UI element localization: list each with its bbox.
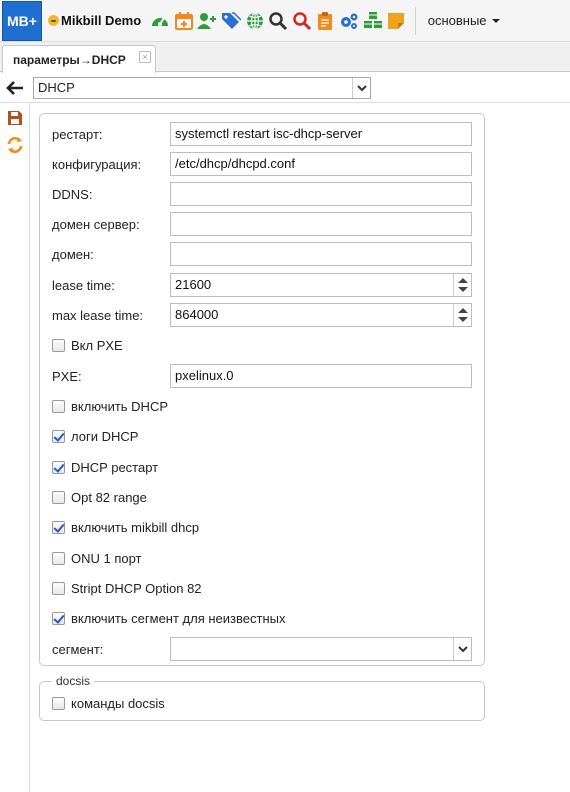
close-icon[interactable]: × — [139, 51, 151, 63]
left-toolbar — [0, 103, 30, 792]
cubes-icon[interactable] — [362, 10, 384, 32]
segment-unknown-checkbox-row[interactable]: включить сегмент для неизвестных — [52, 606, 285, 630]
lease-time-value: 21600 — [175, 277, 212, 292]
config-path-input[interactable]: /etc/dhcp/dhcpd.conf — [170, 152, 472, 176]
chevron-down-icon[interactable] — [352, 78, 370, 98]
max-lease-time-stepper[interactable]: 864000 — [170, 303, 472, 327]
globe-icon[interactable] — [244, 10, 266, 32]
cogs-icon[interactable] — [338, 10, 360, 32]
checkbox-label: включить mikbill dhcp — [71, 519, 200, 535]
onu-one-port-checkbox-row[interactable]: ONU 1 порт — [52, 546, 142, 570]
checkbox-label: команды docsis — [71, 695, 165, 711]
dhcp-restart-checkbox-row[interactable]: DHCP рестарт — [52, 455, 158, 479]
max-lease-time-value: 864000 — [175, 307, 219, 322]
restart-command-input[interactable]: systemctl restart isc-dhcp-server — [170, 122, 472, 146]
dhcp-logs-checkbox-row[interactable]: логи DHCP — [52, 424, 138, 448]
checkbox[interactable] — [52, 611, 65, 625]
ddns-input[interactable] — [170, 182, 472, 206]
section-select-value: DHCP — [38, 80, 75, 95]
checkbox[interactable] — [52, 338, 65, 352]
checkbox[interactable] — [52, 696, 65, 710]
checkbox[interactable] — [52, 460, 65, 474]
brand-name: Mikbill Demo — [61, 13, 142, 28]
domain-server-input[interactable] — [170, 212, 472, 236]
dhcp-settings-panel: рестарт: systemctl restart isc-dhcp-serv… — [39, 113, 485, 666]
field-label: рестарт: — [52, 126, 103, 142]
checkbox[interactable] — [52, 551, 65, 565]
field-label: lease time: — [52, 277, 115, 293]
top-navbar: MB+ Mikbill Demo основные — [0, 0, 570, 42]
logo[interactable]: MB+ — [2, 1, 42, 41]
checkbox-label: DHCP рестарт — [71, 459, 159, 475]
toolbar-divider — [414, 6, 416, 35]
field-label: сегмент: — [52, 641, 104, 657]
checkbox[interactable] — [52, 399, 65, 413]
checkbox-label: Stript DHCP Option 82 — [71, 580, 202, 596]
field-row-domain-server: домен сервер: — [52, 212, 170, 236]
enable-mikbill-dhcp-checkbox-row[interactable]: включить mikbill dhcp — [52, 515, 199, 539]
pxe-file-input[interactable]: pxelinux.0 — [170, 364, 472, 388]
field-label: PXE: — [52, 368, 82, 384]
spinner-arrows-icon[interactable] — [453, 304, 471, 326]
checkbox-label: ONU 1 порт — [71, 550, 142, 566]
field-row-max-lease-time: max lease time: — [52, 303, 170, 327]
checkbox-label: включить DHCP — [71, 398, 168, 414]
main-menu-dropdown[interactable]: основные — [428, 13, 500, 28]
field-row-ddns: DDNS: — [52, 182, 170, 206]
field-row-segment: сегмент: — [52, 637, 170, 661]
enable-dhcp-checkbox-row[interactable]: включить DHCP — [52, 394, 168, 418]
dashboard-icon[interactable] — [149, 10, 171, 32]
field-row-pxe: PXE: — [52, 364, 170, 388]
field-row-domain: домен: — [52, 242, 170, 266]
checkbox-label: Вкл PXE — [71, 337, 123, 353]
checkbox[interactable] — [52, 581, 65, 595]
lease-time-stepper[interactable]: 21600 — [170, 273, 472, 297]
calendar-plus-icon[interactable] — [173, 10, 195, 32]
caret-down-icon — [491, 18, 500, 23]
field-label: домен: — [52, 246, 94, 262]
checkbox[interactable] — [52, 520, 65, 534]
field-label: DDNS: — [52, 186, 93, 202]
field-row-restart: рестарт: — [52, 122, 170, 146]
tags-icon[interactable] — [220, 10, 242, 32]
section-select-row: DHCP — [0, 73, 570, 103]
domain-input[interactable] — [170, 242, 472, 266]
checkbox[interactable] — [52, 429, 65, 443]
fieldset-legend: docsis — [52, 674, 95, 688]
field-row-lease-time: lease time: — [52, 273, 170, 297]
main-menu-label: основные — [427, 13, 487, 28]
back-arrow-icon[interactable] — [5, 78, 25, 98]
opt82-range-checkbox-row[interactable]: Opt 82 range — [52, 485, 147, 509]
checkbox[interactable] — [52, 490, 65, 504]
spinner-arrows-icon[interactable] — [453, 274, 471, 296]
tab-strip: параметры→DHCP × — [0, 42, 570, 73]
add-user-icon[interactable] — [196, 10, 218, 32]
search-icon[interactable] — [267, 10, 289, 32]
search-red-icon[interactable] — [291, 10, 313, 32]
refresh-icon[interactable] — [6, 136, 24, 154]
stript-opt82-checkbox-row[interactable]: Stript DHCP Option 82 — [52, 576, 202, 600]
field-label: конфигурация: — [52, 156, 142, 172]
cat-icon — [48, 15, 59, 26]
tab-label: параметры→DHCP — [13, 52, 126, 67]
checkbox-label: логи DHCP — [71, 428, 139, 444]
pxe-on-checkbox-row[interactable]: Вкл PXE — [52, 333, 123, 357]
field-label: домен сервер: — [52, 216, 140, 232]
clipboard-icon[interactable] — [314, 10, 336, 32]
segment-select[interactable] — [170, 637, 472, 661]
field-label: max lease time: — [52, 307, 144, 323]
docsis-fieldset: docsis команды docsis — [39, 674, 485, 721]
docsis-commands-checkbox-row[interactable]: команды docsis — [52, 691, 165, 715]
tab-dhcp-params[interactable]: параметры→DHCP × — [2, 45, 156, 73]
section-select[interactable]: DHCP — [33, 77, 371, 99]
checkbox-label: включить сегмент для неизвестных — [71, 610, 286, 626]
save-icon[interactable] — [6, 109, 24, 127]
brand[interactable]: Mikbill Demo — [48, 13, 141, 28]
toolbar-icons — [149, 10, 409, 32]
chevron-down-icon[interactable] — [453, 638, 471, 660]
field-row-config: конфигурация: — [52, 152, 170, 176]
note-icon[interactable] — [385, 10, 407, 32]
checkbox-label: Opt 82 range — [71, 489, 147, 505]
